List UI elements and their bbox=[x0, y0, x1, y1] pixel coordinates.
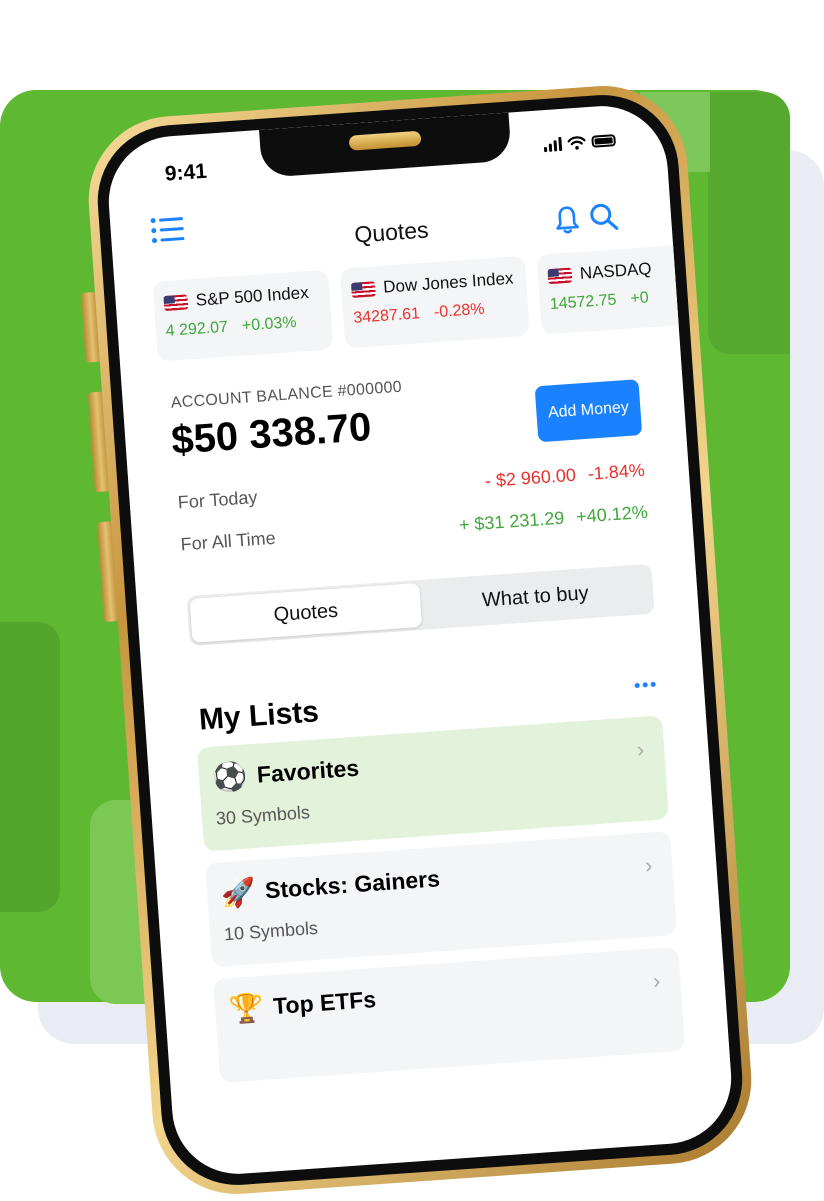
phone-mockup: 9:41 Quotes S&P 500 Index 4 292.07 +0.03… bbox=[80, 80, 757, 1200]
background-accent-block bbox=[708, 92, 790, 354]
index-name: S&P 500 Index bbox=[195, 282, 310, 310]
index-value: 14572.75 bbox=[549, 291, 618, 314]
trophy-icon: 🏆 bbox=[227, 991, 265, 1025]
rocket-icon: 🚀 bbox=[219, 875, 257, 909]
index-change: +0.03% bbox=[241, 313, 298, 335]
search-icon[interactable] bbox=[588, 201, 620, 233]
index-card-nasdaq[interactable]: NASDAQ 14572.75 +0 bbox=[536, 242, 718, 335]
index-change: -0.28% bbox=[433, 300, 486, 322]
index-change: +0 bbox=[629, 289, 650, 308]
index-card-sp500[interactable]: S&P 500 Index 4 292.07 +0.03% bbox=[152, 269, 334, 362]
phone-bezel: 9:41 Quotes S&P 500 Index 4 292.07 +0.03… bbox=[92, 89, 748, 1191]
status-icons bbox=[543, 133, 617, 153]
more-icon[interactable] bbox=[634, 681, 656, 689]
phone-notch bbox=[259, 112, 512, 178]
tab-quotes[interactable]: Quotes bbox=[189, 582, 423, 643]
today-percent: -1.84% bbox=[587, 459, 646, 484]
index-value: 4 292.07 bbox=[165, 318, 229, 340]
alltime-percent: +40.12% bbox=[575, 501, 649, 527]
us-flag-icon bbox=[350, 280, 376, 298]
alltime-pl-row: For All Time + $31 231.29 +40.12% bbox=[180, 502, 648, 556]
list-name: Favorites bbox=[256, 754, 360, 788]
index-name: Dow Jones Index bbox=[382, 268, 515, 297]
index-value: 34287.61 bbox=[352, 305, 421, 327]
list-item-favorites[interactable]: ⚽ Favorites 30 Symbols › bbox=[196, 715, 670, 852]
phone-speaker bbox=[348, 130, 422, 151]
phone-frame: 9:41 Quotes S&P 500 Index 4 292.07 +0.03… bbox=[83, 80, 757, 1200]
status-time: 9:41 bbox=[164, 159, 208, 186]
soccer-ball-icon: ⚽ bbox=[211, 759, 249, 794]
segmented-control: Quotes What to buy bbox=[186, 563, 655, 647]
tab-what-to-buy[interactable]: What to buy bbox=[419, 567, 652, 627]
list-item-stocks-gainers[interactable]: 🚀 Stocks: Gainers 10 Symbols › bbox=[205, 831, 678, 968]
list-item-top-etfs[interactable]: 🏆 Top ETFs › bbox=[213, 946, 686, 1084]
my-lists-heading: My Lists bbox=[197, 695, 320, 737]
alltime-label: For All Time bbox=[180, 527, 277, 555]
today-label: For Today bbox=[177, 487, 259, 513]
us-flag-icon bbox=[547, 267, 573, 284]
today-amount: - $2 960.00 bbox=[484, 464, 577, 492]
list-name: Top ETFs bbox=[272, 985, 377, 1019]
today-pl-row: For Today - $2 960.00 -1.84% bbox=[177, 460, 645, 514]
signal-icon bbox=[543, 136, 563, 153]
battery-icon bbox=[591, 134, 617, 148]
list-name: Stocks: Gainers bbox=[264, 864, 441, 903]
account-balance-value: $50 338.70 bbox=[169, 404, 373, 463]
wifi-icon bbox=[567, 136, 586, 150]
alltime-amount: + $31 231.29 bbox=[458, 507, 565, 535]
us-flag-icon bbox=[163, 293, 189, 311]
index-card-dow-jones[interactable]: Dow Jones Index 34287.61 -0.28% bbox=[339, 255, 531, 349]
bell-icon[interactable] bbox=[554, 204, 580, 236]
index-ticker-strip[interactable]: S&P 500 Index 4 292.07 +0.03% Dow Jones … bbox=[152, 240, 735, 362]
add-money-button[interactable]: Add Money bbox=[534, 379, 643, 443]
app-screen: 9:41 Quotes S&P 500 Index 4 292.07 +0.03… bbox=[104, 101, 736, 1179]
index-name: NASDAQ bbox=[579, 258, 653, 283]
background-accent-block bbox=[0, 622, 60, 912]
